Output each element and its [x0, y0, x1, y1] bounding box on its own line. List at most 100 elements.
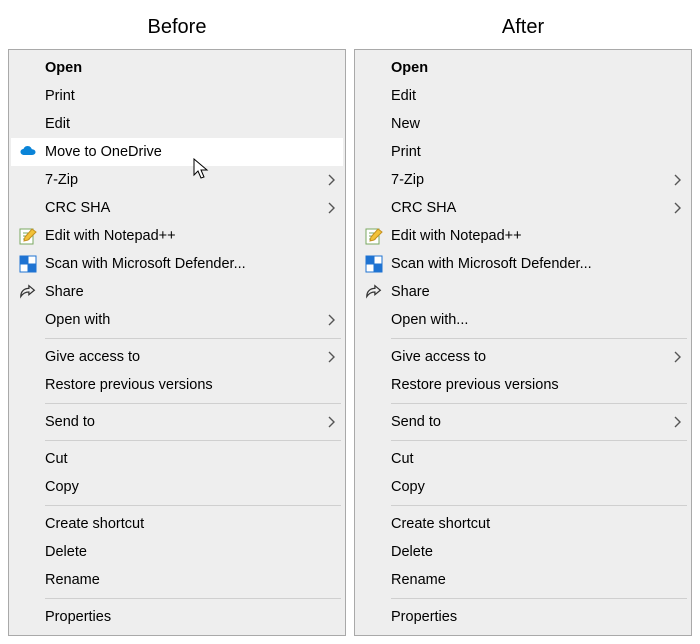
menu-item-label: Copy	[45, 479, 321, 495]
menu-item-send-to[interactable]: Send to	[11, 408, 343, 436]
chevron-right-icon	[673, 351, 681, 363]
menu-item-label: Restore previous versions	[391, 377, 667, 393]
chevron-right-icon	[673, 416, 681, 428]
menu-item-label: Edit	[45, 116, 321, 132]
menu-item-label: Open with	[45, 312, 321, 328]
separator	[45, 338, 341, 339]
menu-item-label: Edit with Notepad++	[45, 228, 321, 244]
menu-item-new[interactable]: New	[357, 110, 689, 138]
menu-item-label: Cut	[391, 451, 667, 467]
menu-item-label: Rename	[391, 572, 667, 588]
menu-item-label: Copy	[391, 479, 667, 495]
separator	[391, 338, 687, 339]
chevron-right-icon	[327, 202, 335, 214]
menu-item-label: Delete	[45, 544, 321, 560]
menu-item-label: Edit	[391, 88, 667, 104]
chevron-right-icon	[327, 174, 335, 186]
menu-item-cut[interactable]: Cut	[11, 445, 343, 473]
menu-item-delete[interactable]: Delete	[11, 538, 343, 566]
before-heading: Before	[8, 8, 346, 49]
chevron-right-icon	[327, 314, 335, 326]
menu-item-label: Open with...	[391, 312, 667, 328]
menu-item-rename[interactable]: Rename	[357, 566, 689, 594]
menu-item-edit[interactable]: Edit	[357, 82, 689, 110]
menu-item-print[interactable]: Print	[11, 82, 343, 110]
menu-item-label: Send to	[391, 414, 667, 430]
menu-item-label: Create shortcut	[391, 516, 667, 532]
menu-item-label: Give access to	[45, 349, 321, 365]
menu-item-label: Scan with Microsoft Defender...	[45, 256, 321, 272]
separator	[391, 440, 687, 441]
menu-item-label: Share	[45, 284, 321, 300]
menu-item-label: Create shortcut	[45, 516, 321, 532]
menu-item-send-to[interactable]: Send to	[357, 408, 689, 436]
menu-item-copy[interactable]: Copy	[357, 473, 689, 501]
menu-item-label: 7-Zip	[391, 172, 667, 188]
defender-icon	[11, 255, 45, 273]
menu-item-label: Cut	[45, 451, 321, 467]
menu-item-label: Open	[391, 60, 667, 76]
defender-icon	[365, 255, 383, 273]
menu-item-7zip[interactable]: 7-Zip	[11, 166, 343, 194]
menu-item-cut[interactable]: Cut	[357, 445, 689, 473]
menu-item-open[interactable]: Open	[357, 54, 689, 82]
menu-item-label: Print	[391, 144, 667, 160]
menu-item-crc-sha[interactable]: CRC SHA	[357, 194, 689, 222]
defender-icon	[19, 255, 37, 273]
menu-item-defender[interactable]: Scan with Microsoft Defender...	[11, 250, 343, 278]
menu-item-npp[interactable]: Edit with Notepad++	[357, 222, 689, 250]
menu-item-npp[interactable]: Edit with Notepad++	[11, 222, 343, 250]
menu-item-label: Properties	[45, 609, 321, 625]
menu-item-label: Edit with Notepad++	[391, 228, 667, 244]
separator	[391, 505, 687, 506]
menu-item-share[interactable]: Share	[357, 278, 689, 306]
separator	[391, 403, 687, 404]
chevron-right-icon	[327, 351, 335, 363]
menu-item-edit[interactable]: Edit	[11, 110, 343, 138]
separator	[45, 440, 341, 441]
menu-item-crc-sha[interactable]: CRC SHA	[11, 194, 343, 222]
notepadpp-icon	[11, 227, 45, 245]
menu-item-7zip[interactable]: 7-Zip	[357, 166, 689, 194]
menu-item-open-with[interactable]: Open with...	[357, 306, 689, 334]
menu-item-rename[interactable]: Rename	[11, 566, 343, 594]
menu-item-open-with[interactable]: Open with	[11, 306, 343, 334]
menu-item-restore[interactable]: Restore previous versions	[357, 371, 689, 399]
menu-item-label: Rename	[45, 572, 321, 588]
context-menu-before: Open Print Edit Move to OneDrive 7-Zip CRC SH…	[8, 49, 346, 636]
menu-item-label: Open	[45, 60, 321, 76]
menu-item-copy[interactable]: Copy	[11, 473, 343, 501]
context-menu-after: Open Edit New Print 7-Zip CRC SHA Edit with No…	[354, 49, 692, 636]
menu-item-label: Scan with Microsoft Defender...	[391, 256, 667, 272]
menu-item-label: Send to	[45, 414, 321, 430]
menu-item-give-access[interactable]: Give access to	[357, 343, 689, 371]
share-icon	[11, 283, 45, 301]
chevron-right-icon	[673, 174, 681, 186]
menu-item-move-onedrive[interactable]: Move to OneDrive	[11, 138, 343, 166]
menu-item-props[interactable]: Properties	[357, 603, 689, 631]
separator	[45, 505, 341, 506]
menu-item-share[interactable]: Share	[11, 278, 343, 306]
menu-item-props[interactable]: Properties	[11, 603, 343, 631]
share-icon	[357, 283, 391, 301]
menu-item-label: CRC SHA	[45, 200, 321, 216]
menu-item-label: 7-Zip	[45, 172, 321, 188]
menu-item-label: Properties	[391, 609, 667, 625]
separator	[391, 598, 687, 599]
menu-item-shortcut[interactable]: Create shortcut	[357, 510, 689, 538]
menu-item-open[interactable]: Open	[11, 54, 343, 82]
menu-item-defender[interactable]: Scan with Microsoft Defender...	[357, 250, 689, 278]
menu-item-restore[interactable]: Restore previous versions	[11, 371, 343, 399]
after-heading: After	[354, 8, 692, 49]
share-icon	[19, 283, 37, 301]
menu-item-label: Print	[45, 88, 321, 104]
menu-item-shortcut[interactable]: Create shortcut	[11, 510, 343, 538]
menu-item-give-access[interactable]: Give access to	[11, 343, 343, 371]
menu-item-print[interactable]: Print	[357, 138, 689, 166]
menu-item-delete[interactable]: Delete	[357, 538, 689, 566]
menu-item-label: Give access to	[391, 349, 667, 365]
notepadpp-icon	[365, 227, 383, 245]
menu-item-label: Share	[391, 284, 667, 300]
onedrive-icon	[19, 143, 37, 161]
onedrive-icon	[11, 143, 45, 161]
